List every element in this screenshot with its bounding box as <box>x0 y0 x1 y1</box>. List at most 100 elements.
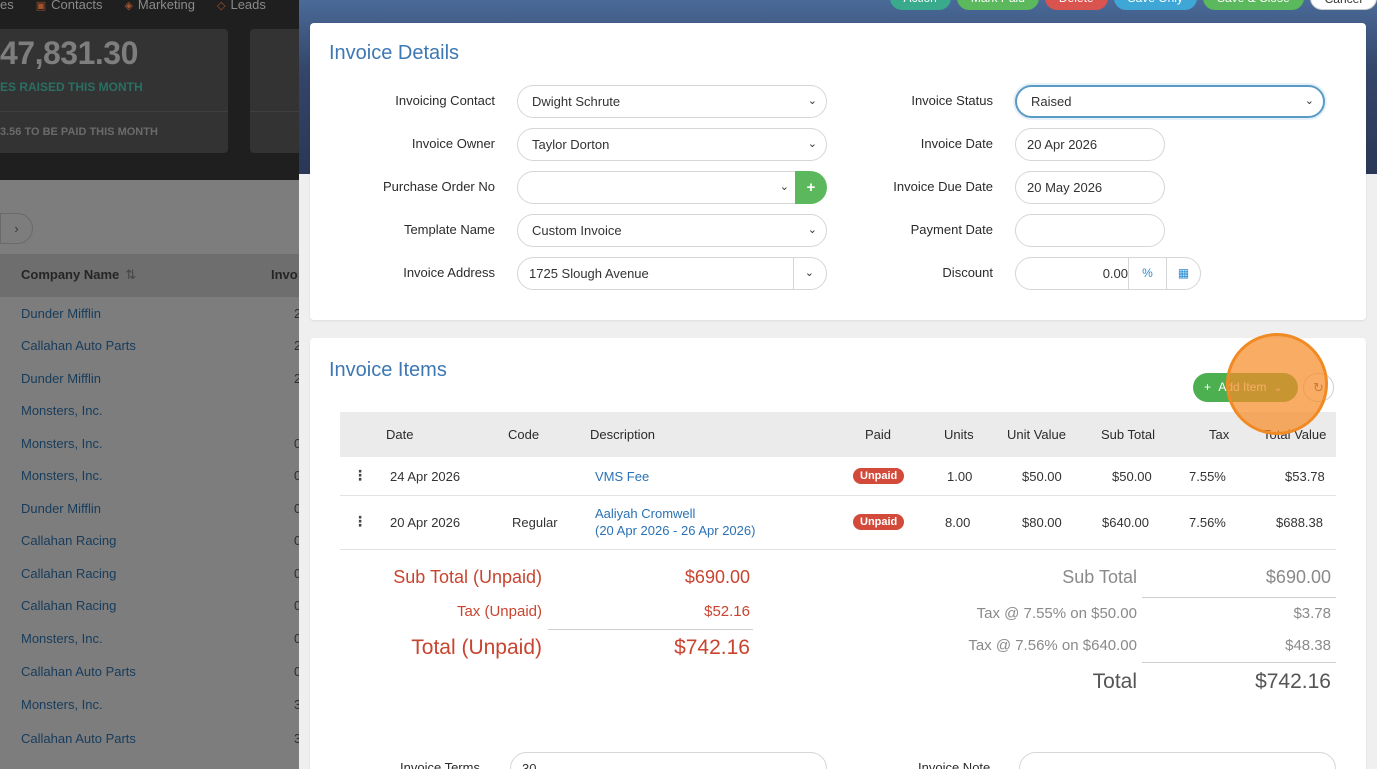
company-name-link[interactable]: Callahan Racing <box>21 533 116 548</box>
row-menu-icon[interactable]: ⋮ <box>353 513 367 530</box>
background-table-row[interactable]: Callahan Auto Parts 0 <box>0 656 300 688</box>
company-name-link[interactable]: Monsters, Inc. <box>21 403 103 418</box>
company-name-link[interactable]: Callahan Auto Parts <box>21 731 136 746</box>
background-table-row[interactable]: Monsters, Inc. 0 <box>0 428 300 460</box>
company-name-link[interactable]: Callahan Auto Parts <box>21 338 136 353</box>
nav-item-contacts[interactable]: ▣ Contacts <box>36 0 103 17</box>
background-table-row[interactable]: Callahan Auto Parts 2 <box>0 330 300 362</box>
company-name-link[interactable]: Monsters, Inc. <box>21 697 103 712</box>
template-name-value: Custom Invoice <box>532 223 622 238</box>
leads-icon: ◇ <box>217 0 226 12</box>
company-name-link[interactable]: Dunder Mifflin <box>21 371 101 386</box>
purchase-order-label: Purchase Order No <box>383 179 495 194</box>
refresh-button[interactable]: ↻ <box>1303 373 1334 402</box>
background-table-row[interactable]: Dunder Mifflin 2 <box>0 363 300 395</box>
background-table-row[interactable]: Callahan Auto Parts 3 <box>0 723 300 755</box>
unpaid-subtotal-label: Sub Total (Unpaid) <box>393 567 542 587</box>
company-name-link[interactable]: Callahan Racing <box>21 566 116 581</box>
column-company-name[interactable]: Company Name ⇅ <box>21 267 136 283</box>
background-table-row[interactable]: Monsters, Inc. 0 <box>0 460 300 492</box>
background-table-row[interactable]: Callahan Racing 0 <box>0 590 300 622</box>
background-table-row[interactable]: Monsters, Inc. 3 <box>0 689 300 721</box>
company-name-link[interactable]: Monsters, Inc. <box>21 631 103 646</box>
invoice-terms-input[interactable]: 30 <box>510 752 827 769</box>
invoice-date-input[interactable]: 20 Apr 2026 <box>1015 128 1165 161</box>
template-name-select[interactable]: Custom Invoice ⌄ <box>517 214 827 247</box>
company-name-link[interactable]: Callahan Auto Parts <box>21 664 136 679</box>
company-name-link[interactable]: Dunder Mifflin <box>21 306 101 321</box>
col-code: Code <box>508 427 540 442</box>
row-menu-icon[interactable]: ⋮ <box>353 467 367 484</box>
invoice-due-date-input[interactable]: 20 May 2026 <box>1015 171 1165 204</box>
tax2-label: Tax @ 7.56% on $640.00 <box>968 637 1137 654</box>
invoice-items-card <box>310 338 1366 769</box>
nav-item-marketing[interactable]: ◈ Marketing <box>124 0 195 17</box>
top-action-button[interactable]: Cancel <box>1309 0 1377 10</box>
row-unit-value: $50.00 <box>1022 469 1062 484</box>
invoicing-contact-select[interactable]: Dwight Schrute ⌄ <box>517 85 827 118</box>
nav-item[interactable]: es <box>0 0 14 17</box>
top-action-button[interactable]: Save Only <box>1113 0 1197 10</box>
invoice-address-select[interactable]: 1725 Slough Avenue ⌄ <box>517 257 827 290</box>
chevron-down-icon: ⌄ <box>807 224 817 236</box>
row-total: $53.78 <box>1285 469 1325 484</box>
background-table-row[interactable]: Dunder Mifflin 0 <box>0 493 300 525</box>
subtotal-value: $690.00 <box>1265 567 1331 587</box>
discount-calculator-button[interactable]: ▦ <box>1166 258 1200 289</box>
add-purchase-order-button[interactable]: + <box>795 171 827 204</box>
top-action-button[interactable]: Save & Close <box>1202 0 1304 10</box>
invoice-due-date-label: Invoice Due Date <box>893 179 993 194</box>
invoice-note-input[interactable] <box>1019 752 1336 769</box>
background-table-row[interactable]: Callahan Racing 0 <box>0 525 300 557</box>
row-units: 1.00 <box>947 469 973 484</box>
background-table-row[interactable]: Callahan Racing 0 <box>0 558 300 590</box>
payment-date-input[interactable] <box>1015 214 1165 247</box>
background-header: es ▣ Contacts ◈ Marketing ◇ Leads 47,831.30… <box>0 0 300 180</box>
background-table-row[interactable]: Dunder Mifflin 2 <box>0 298 300 330</box>
column-invoice[interactable]: Invo <box>271 267 298 282</box>
row-total: $688.38 <box>1276 515 1323 530</box>
background-table-row[interactable]: Monsters, Inc. 0 <box>0 623 300 655</box>
invoice-terms-label: Invoice Terms <box>400 760 480 769</box>
row-description[interactable]: VMS Fee <box>595 469 649 484</box>
invoice-owner-select[interactable]: Taylor Dorton ⌄ <box>517 128 827 161</box>
col-total-value: Total Value <box>1263 427 1327 442</box>
add-item-label: Add Item <box>1218 380 1267 394</box>
discount-input[interactable]: 0.00 <box>1016 258 1128 289</box>
tax1-label: Tax @ 7.55% on $50.00 <box>976 605 1137 622</box>
invoice-items-title: Invoice Items <box>329 359 447 381</box>
nav-item-leads[interactable]: ◇ Leads <box>217 0 266 17</box>
background-table-row[interactable]: Monsters, Inc. <box>0 395 300 427</box>
chevron-down-icon: ⌄ <box>807 95 817 107</box>
background-nav: es ▣ Contacts ◈ Marketing ◇ Leads <box>0 0 266 17</box>
add-item-button[interactable]: + Add Item ⌄ <box>1193 373 1298 402</box>
invoice-note-label: Invoice Note <box>918 760 991 769</box>
row-sub-total: $640.00 <box>1102 515 1149 530</box>
row-description-dates[interactable]: (20 Apr 2026 - 26 Apr 2026) <box>595 523 755 538</box>
top-action-button[interactable]: Mark Paid <box>956 0 1039 10</box>
invoice-status-select[interactable]: Raised ⌄ <box>1015 85 1325 118</box>
company-name-link[interactable]: Monsters, Inc. <box>21 468 103 483</box>
plus-icon: + <box>1204 380 1212 394</box>
company-name-link[interactable]: Callahan Racing <box>21 598 116 613</box>
payment-date-label: Payment Date <box>910 222 993 237</box>
stat-value: 47,831.30 <box>0 35 138 71</box>
pager-next-button[interactable]: › <box>0 213 33 244</box>
top-action-button[interactable]: Delete <box>1044 0 1108 10</box>
col-paid: Paid <box>865 427 892 442</box>
purchase-order-select[interactable]: ⌄ <box>517 171 799 204</box>
unpaid-tax-value: $52.16 <box>704 603 750 620</box>
top-action-button[interactable]: Action <box>889 0 951 10</box>
stat-label: ES RAISED THIS MONTH <box>0 80 143 94</box>
invoice-owner-label: Invoice Owner <box>411 136 495 151</box>
sort-icon: ⇅ <box>125 267 137 282</box>
company-name-link[interactable]: Monsters, Inc. <box>21 436 103 451</box>
row-description[interactable]: Aaliyah Cromwell <box>595 506 695 521</box>
marketing-icon: ◈ <box>124 0 133 12</box>
chevron-down-icon: ⌄ <box>804 267 814 279</box>
invoice-address-value: 1725 Slough Avenue <box>529 266 649 281</box>
discount-percent-button[interactable]: % <box>1128 258 1166 289</box>
subtotal-label: Sub Total <box>1062 567 1137 587</box>
company-name-link[interactable]: Dunder Mifflin <box>21 501 101 516</box>
row-units: 8.00 <box>945 515 971 530</box>
